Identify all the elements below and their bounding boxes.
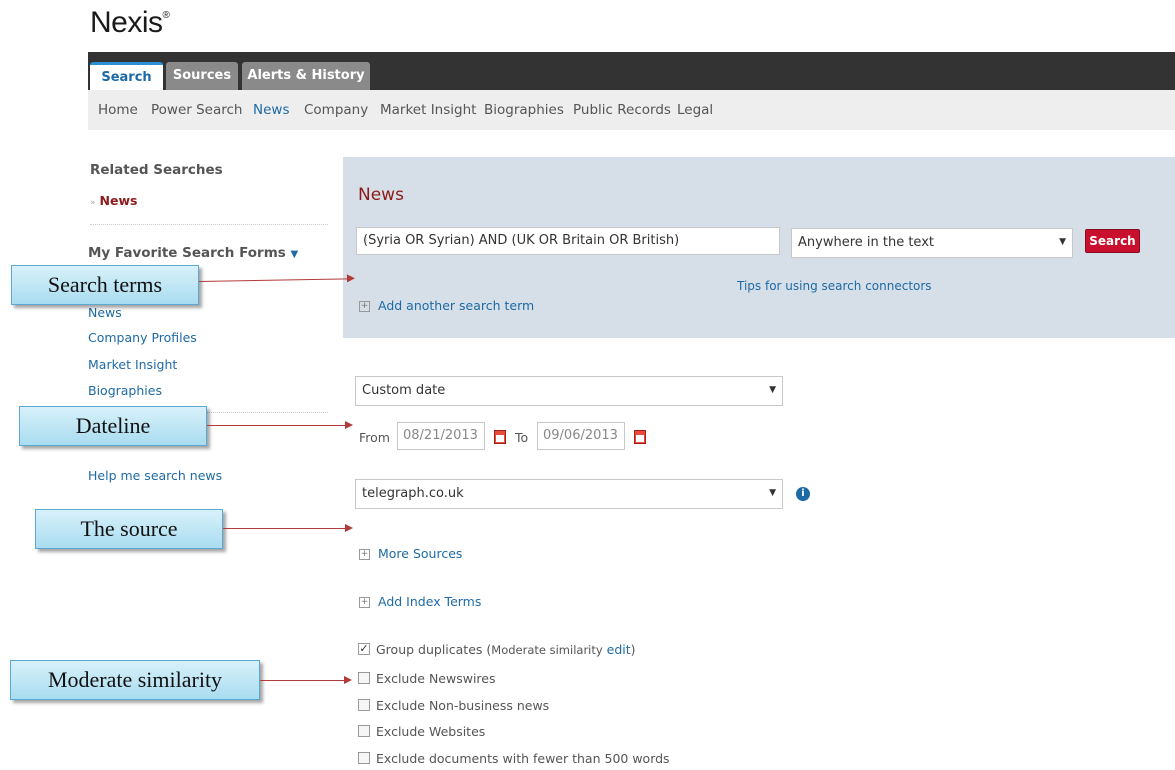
subnav-public-records[interactable]: Public Records: [573, 102, 671, 118]
more-sources-link[interactable]: + More Sources: [359, 546, 462, 561]
related-item-news[interactable]: » News: [90, 193, 137, 208]
subnav-legal[interactable]: Legal: [677, 102, 713, 118]
help-search-news-link[interactable]: Help me search news: [88, 468, 222, 483]
plus-icon: +: [359, 549, 370, 560]
exclude-short-docs-checkbox[interactable]: [358, 752, 370, 764]
exclude-non-business-label: Exclude Non-business news: [376, 698, 550, 713]
search-scope-select[interactable]: Anywhere in the text ▼: [791, 228, 1073, 258]
add-search-term-link[interactable]: + Add another search term: [359, 298, 534, 313]
info-icon[interactable]: i: [796, 487, 810, 501]
date-range-select[interactable]: Custom date ▼: [355, 376, 783, 406]
search-terms-input[interactable]: (Syria OR Syrian) AND (UK OR Britain OR …: [356, 227, 780, 255]
to-date-input[interactable]: 09/06/2013: [537, 422, 625, 450]
subnav-power-search[interactable]: Power Search: [151, 102, 243, 118]
from-label: From: [359, 430, 390, 445]
dropdown-caret-icon: ▼: [769, 488, 776, 498]
tips-search-connectors-link[interactable]: Tips for using search connectors: [737, 279, 932, 293]
dropdown-caret-icon: ▼: [1059, 237, 1066, 247]
dropdown-caret-icon: ▼: [769, 385, 776, 395]
tab-sources[interactable]: Sources: [166, 62, 238, 90]
exclude-websites-label: Exclude Websites: [376, 724, 486, 739]
favorite-news[interactable]: News: [88, 305, 122, 320]
nexis-logo: Nexis®: [90, 6, 170, 39]
callout-arrow: [207, 421, 353, 429]
sidebar-divider: [90, 224, 328, 225]
chevron-right-icon: »: [90, 198, 96, 208]
subnav-market-insight[interactable]: Market Insight: [380, 102, 476, 118]
exclude-newswires-label: Exclude Newswires: [376, 671, 496, 686]
subnav-company[interactable]: Company: [304, 102, 368, 118]
callout-moderate-similarity: Moderate similarity: [10, 660, 260, 700]
exclude-non-business-checkbox[interactable]: [358, 699, 370, 711]
callout-dateline: Dateline: [19, 406, 207, 446]
favorite-biographies[interactable]: Biographies: [88, 383, 162, 398]
page-title: News: [358, 185, 404, 205]
exclude-newswires-checkbox[interactable]: [358, 672, 370, 684]
callout-arrow: [260, 676, 352, 684]
group-duplicates-checkbox[interactable]: ✓: [358, 643, 370, 655]
callout-the-source: The source: [35, 509, 223, 549]
callout-search-terms: Search terms: [11, 265, 199, 305]
group-duplicates-label: Group duplicates (Moderate similarity ed…: [376, 642, 636, 657]
chevron-down-icon: ▼: [290, 249, 299, 260]
plus-icon: +: [359, 301, 370, 312]
plus-icon: +: [359, 597, 370, 608]
subnav-biographies[interactable]: Biographies: [484, 102, 564, 118]
favorite-company-profiles[interactable]: Company Profiles: [88, 330, 197, 345]
from-date-input[interactable]: 08/21/2013: [397, 422, 485, 450]
tab-alerts-history[interactable]: Alerts & History: [242, 62, 370, 90]
source-select[interactable]: telegraph.co.uk ▼: [355, 479, 783, 509]
calendar-icon[interactable]: [494, 430, 506, 444]
related-searches-heading: Related Searches: [90, 162, 223, 178]
similarity-edit-link[interactable]: edit: [607, 642, 631, 657]
tab-search[interactable]: Search: [90, 62, 163, 90]
exclude-short-docs-label: Exclude documents with fewer than 500 wo…: [376, 751, 670, 766]
search-button[interactable]: Search: [1085, 229, 1140, 253]
exclude-websites-checkbox[interactable]: [358, 725, 370, 737]
favorites-heading[interactable]: My Favorite Search Forms ▼: [88, 245, 298, 261]
callout-arrow: [223, 524, 353, 532]
callout-arrow: [198, 278, 349, 282]
sub-navigation: Home Power Search News Company Market In…: [88, 90, 1175, 130]
add-index-terms-link[interactable]: + Add Index Terms: [359, 594, 481, 609]
subnav-home[interactable]: Home: [98, 102, 138, 118]
to-label: To: [515, 430, 529, 445]
subnav-news[interactable]: News: [253, 102, 289, 118]
favorite-market-insight[interactable]: Market Insight: [88, 357, 177, 372]
calendar-icon[interactable]: [634, 430, 646, 444]
